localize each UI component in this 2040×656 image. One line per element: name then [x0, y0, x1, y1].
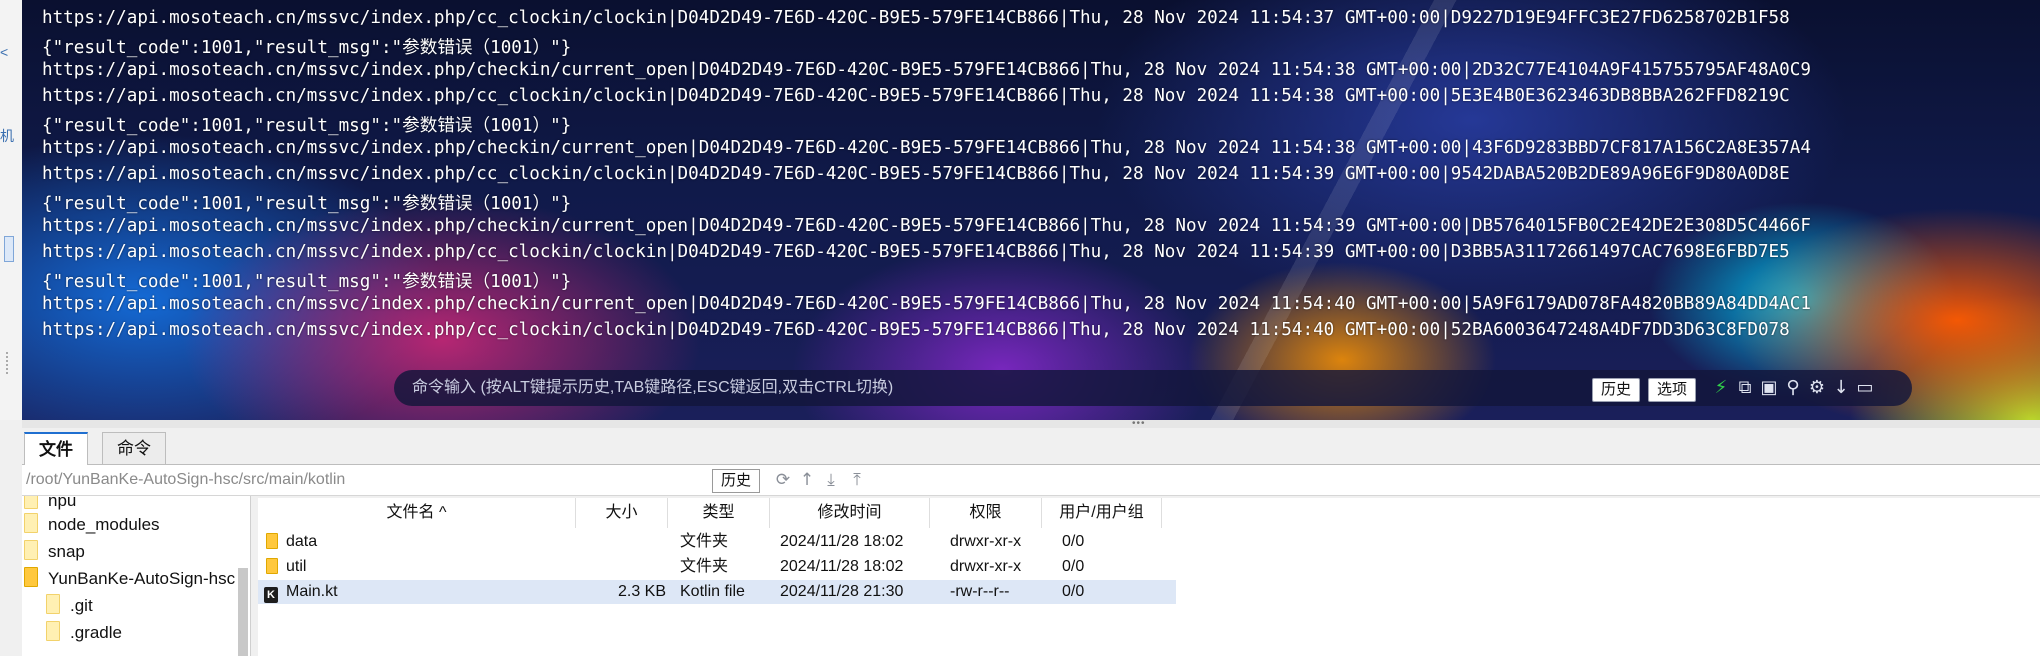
terminal-line: https://api.mosoteach.cn/mssvc/index.php…: [42, 60, 1811, 80]
terminal-line: https://api.mosoteach.cn/mssvc/index.php…: [42, 216, 1811, 236]
file-type: 文件夹: [680, 533, 729, 550]
file-mtime: 2024/11/28 21:30: [780, 583, 904, 600]
terminal-output[interactable]: https://api.mosoteach.cn/mssvc/index.php…: [22, 0, 2040, 420]
file-row[interactable]: K Main.kt 2.3 KB Kotlin file 2024/11/28 2…: [258, 580, 1176, 604]
tree-item[interactable]: YunBanKe-AutoSign-hsc: [24, 566, 235, 592]
search-icon[interactable]: ⚲: [1782, 376, 1804, 400]
file-name: data: [286, 533, 318, 550]
directory-tree: npu node_modules snap YunBanKe-AutoSign-…: [22, 496, 251, 656]
folder-icon: [46, 594, 60, 614]
options-button[interactable]: 选项: [1648, 378, 1697, 402]
folder-open-icon: [24, 567, 38, 587]
folder-icon: [46, 621, 60, 641]
file-size: [576, 555, 666, 579]
tree-item[interactable]: .git: [46, 593, 93, 619]
column-header-name[interactable]: 文件名 ^: [258, 498, 576, 528]
tree-item[interactable]: snap: [24, 539, 85, 565]
terminal-line: https://api.mosoteach.cn/mssvc/index.php…: [42, 86, 1790, 106]
path-input[interactable]: [26, 468, 706, 492]
left-strip-grip[interactable]: [6, 352, 14, 374]
gear-icon[interactable]: ⚙: [1806, 376, 1828, 400]
arrow-down-icon[interactable]: ↓: [1830, 376, 1852, 400]
refresh-icon[interactable]: ⟳: [772, 468, 794, 492]
terminal-line: {"result_code":1001,"result_msg":"参数错误（1…: [42, 272, 572, 292]
column-header-owner[interactable]: 用户/用户组: [1042, 498, 1162, 528]
terminal-line: {"result_code":1001,"result_msg":"参数错误（1…: [42, 194, 572, 214]
path-history-button[interactable]: 历史: [712, 469, 761, 493]
column-header-permissions[interactable]: 权限: [930, 498, 1042, 528]
left-strip-control: [4, 236, 14, 262]
file-mtime: 2024/11/28 18:02: [780, 533, 904, 550]
history-button[interactable]: 历史: [1592, 378, 1641, 402]
tab-commands[interactable]: 命令: [102, 432, 166, 464]
terminal-line: https://api.mosoteach.cn/mssvc/index.php…: [42, 138, 1811, 158]
file-size: [576, 530, 666, 554]
terminal-line: {"result_code":1001,"result_msg":"参数错误（1…: [42, 116, 572, 136]
tree-item[interactable]: .gradle: [46, 620, 122, 646]
kotlin-file-icon: K: [264, 587, 278, 603]
file-mtime: 2024/11/28 18:02: [780, 558, 904, 575]
terminal-line: https://api.mosoteach.cn/mssvc/index.php…: [42, 164, 1790, 184]
file-row[interactable]: data 文件夹 2024/11/28 18:02 drwxr-xr-x 0/0: [258, 530, 1176, 554]
file-name: util: [286, 558, 307, 575]
terminal-line: https://api.mosoteach.cn/mssvc/index.php…: [42, 294, 1811, 314]
file-permissions: drwxr-xr-x: [950, 558, 1022, 575]
column-header-size[interactable]: 大小: [576, 498, 668, 528]
column-header-mtime[interactable]: 修改时间: [770, 498, 930, 528]
collapse-arrow-icon[interactable]: <: [0, 44, 8, 60]
file-name: Main.kt: [286, 583, 338, 600]
file-size: 2.3 KB: [617, 583, 666, 600]
download-icon[interactable]: ⤓: [820, 468, 842, 492]
file-type: Kotlin file: [680, 583, 745, 600]
splitter-grip-icon: •••: [1132, 418, 1146, 429]
terminal-line: https://api.mosoteach.cn/mssvc/index.php…: [42, 242, 1790, 262]
file-owner: 0/0: [1062, 583, 1085, 600]
tab-files[interactable]: 文件: [24, 432, 88, 465]
file-permissions: drwxr-xr-x: [950, 533, 1022, 550]
folder-icon: [24, 496, 38, 509]
file-row[interactable]: util 文件夹 2024/11/28 18:02 drwxr-xr-x 0/0: [258, 555, 1176, 579]
lightning-icon[interactable]: ⚡: [1710, 376, 1732, 400]
copy-icon[interactable]: ⧉: [1734, 376, 1756, 400]
command-bar: 历史 选项 ⚡ ⧉ ▣ ⚲ ⚙ ↓ ▭: [394, 370, 1912, 406]
file-permissions: -rw-r--r--: [950, 583, 1010, 600]
tree-scrollbar[interactable]: [238, 568, 248, 656]
command-input[interactable]: [412, 370, 1562, 406]
left-panel-strip: < 机: [0, 0, 23, 420]
file-owner: 0/0: [1062, 558, 1085, 575]
folder-icon: [266, 558, 278, 574]
left-strip-char: 机: [0, 128, 14, 144]
upload-icon[interactable]: ⤒: [846, 468, 868, 492]
up-icon[interactable]: ↑: [796, 468, 818, 492]
folder-icon: [266, 533, 278, 549]
file-owner: 0/0: [1062, 533, 1085, 550]
path-bar: 历史 ⟳ ↑ ⤓ ⤒: [22, 465, 2040, 496]
folder-icon: [24, 540, 38, 560]
column-header-type[interactable]: 类型: [668, 498, 770, 528]
file-list: 文件名 ^ 大小 类型 修改时间 权限 用户/用户组 data 文件夹 2024…: [258, 498, 2040, 656]
folder-icon: [24, 513, 38, 533]
file-type: 文件夹: [680, 558, 729, 575]
bottom-tabs: 文件 命令: [22, 428, 2040, 465]
terminal-line: https://api.mosoteach.cn/mssvc/index.php…: [42, 8, 1790, 28]
terminal-line: {"result_code":1001,"result_msg":"参数错误（1…: [42, 38, 572, 58]
terminal-line: https://api.mosoteach.cn/mssvc/index.php…: [42, 320, 1790, 340]
window-icon[interactable]: ▭: [1854, 376, 1876, 400]
tree-item[interactable]: node_modules: [24, 512, 160, 538]
paste-icon[interactable]: ▣: [1758, 376, 1780, 400]
